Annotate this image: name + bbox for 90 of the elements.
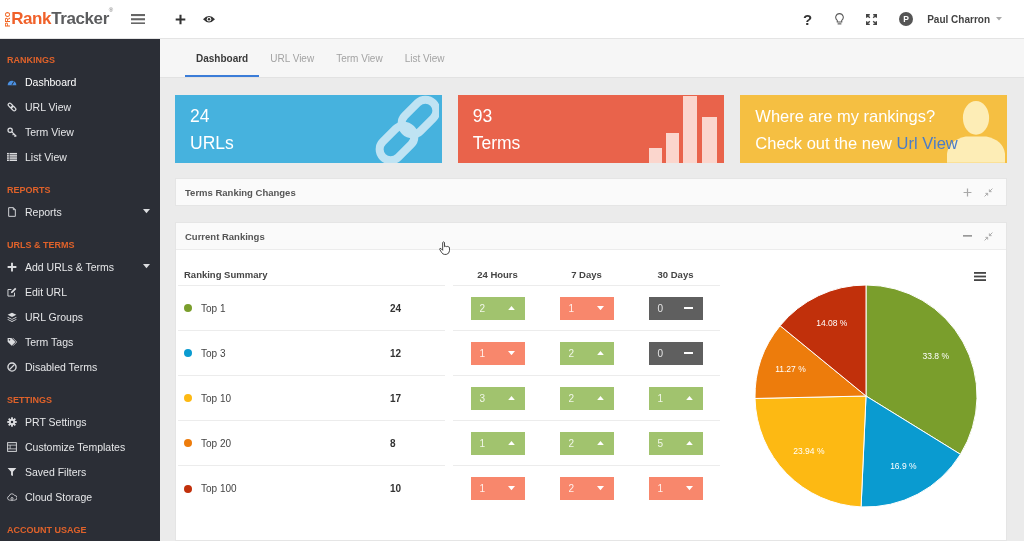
caret-up-icon — [596, 395, 604, 401]
change-value: 2 — [568, 391, 575, 406]
section-heading: URLS & TERMS — [6, 239, 76, 252]
column-header: 30 Days — [657, 268, 694, 282]
tab[interactable]: Dashboard — [185, 39, 260, 77]
row-count: 17 — [390, 392, 402, 404]
promo-question: Where are my rankings? — [755, 106, 936, 127]
sidebar-item[interactable]: Reports — [0, 199, 160, 224]
sidebar-item[interactable]: PRT Settings — [0, 409, 160, 434]
plus-icon[interactable] — [175, 13, 186, 25]
caret-up-icon — [685, 395, 693, 401]
caret-up-icon — [507, 395, 515, 401]
section-heading: RANKINGS — [6, 54, 56, 67]
column-header: 7 Days — [571, 268, 602, 282]
promo-text: Check out the new Url View — [755, 133, 958, 154]
sidebar-item[interactable]: List View — [0, 144, 160, 169]
sidebar-item[interactable]: Term Tags — [0, 329, 160, 354]
fullscreen-icon[interactable] — [866, 13, 878, 25]
sidebar-item[interactable]: Customize Templates — [0, 434, 160, 459]
change-value: 1 — [657, 391, 664, 406]
caret-down-icon — [996, 17, 1002, 21]
lightbulb-icon[interactable] — [835, 13, 845, 25]
dash-icon — [683, 306, 693, 310]
section-heading: REPORTS — [6, 184, 52, 197]
panel-title: Terms Ranking Changes — [185, 186, 296, 198]
section-heading: ACCOUNT USAGE — [6, 524, 88, 537]
card-label: URLs — [190, 132, 234, 155]
caret-up-icon — [685, 440, 693, 446]
column-header: Ranking Summary — [184, 268, 268, 282]
menu-icon[interactable] — [131, 13, 145, 25]
change-value: 1 — [479, 346, 486, 361]
caret-up-icon — [507, 305, 515, 311]
sidebar-item[interactable]: Term View — [0, 119, 160, 144]
row-count: 8 — [390, 437, 396, 449]
change-value: 0 — [657, 346, 664, 361]
change-value: 1 — [479, 482, 486, 496]
sidebar-item[interactable]: Disabled Terms — [0, 354, 160, 379]
change-value: 2 — [568, 482, 575, 496]
caret-up-icon — [596, 350, 604, 356]
column-header: 24 Hours — [477, 268, 518, 282]
sidebar-item[interactable]: Cloud Storage — [0, 484, 160, 509]
change-value: 5 — [657, 436, 664, 451]
change-value: 2 — [568, 436, 575, 451]
row-count: 10 — [390, 483, 402, 494]
card-count: 93 — [472, 105, 493, 128]
sidebar-item[interactable]: Saved Filters — [0, 459, 160, 484]
row-count: 12 — [390, 347, 402, 359]
sidebar-item[interactable]: URL View — [0, 94, 160, 119]
change-value: 1 — [479, 436, 486, 451]
change-value: 1 — [568, 301, 575, 316]
slice-label: 23.94 % — [793, 446, 825, 457]
chain-link-icon — [374, 95, 439, 163]
change-value: 0 — [657, 301, 664, 316]
caret-down-icon — [507, 486, 515, 491]
menu-icon[interactable] — [974, 272, 986, 281]
caret-down-icon — [596, 305, 604, 311]
row-name: Top 3 — [201, 346, 226, 361]
row-count: 24 — [390, 302, 402, 314]
row-name: Top 10 — [201, 391, 232, 406]
sidebar-item[interactable]: Edit URL — [0, 279, 160, 304]
sidebar-item[interactable]: Dashboard — [0, 69, 160, 94]
slice-label: 33.8 % — [922, 351, 950, 362]
row-name: Top 20 — [201, 436, 232, 451]
row-name: Top 1 — [201, 301, 226, 316]
caret-down-icon — [685, 486, 693, 491]
card-count: 24 — [190, 105, 210, 128]
section-heading: SETTINGS — [6, 394, 53, 407]
sidebar-item[interactable]: URL Groups — [0, 304, 160, 329]
help-button[interactable]: ? — [803, 11, 813, 27]
panel-title: Current Rankings — [185, 229, 265, 244]
caret-down-icon — [143, 264, 150, 269]
change-value: 1 — [657, 482, 664, 496]
caret-up-icon — [507, 440, 515, 446]
user-menu[interactable]: Paul Charron — [927, 13, 1002, 25]
card-label: Terms — [472, 132, 521, 155]
row-name: Top 100 — [201, 482, 237, 496]
eye-icon[interactable] — [203, 14, 215, 24]
change-value: 3 — [479, 391, 486, 406]
caret-up-icon — [596, 440, 604, 446]
change-value: 2 — [568, 346, 575, 361]
slice-label: 11.27 % — [775, 364, 806, 375]
sidebar-item[interactable]: Add URLs & Terms — [0, 254, 160, 279]
caret-down-icon — [143, 209, 150, 214]
change-value: 2 — [479, 301, 486, 316]
slice-label: 14.08 % — [816, 318, 848, 328]
user-avatar: P — [899, 12, 914, 26]
slice-label: 16.9 % — [890, 460, 917, 471]
caret-down-icon — [596, 486, 604, 491]
dash-icon — [683, 351, 693, 355]
caret-down-icon — [507, 350, 515, 356]
